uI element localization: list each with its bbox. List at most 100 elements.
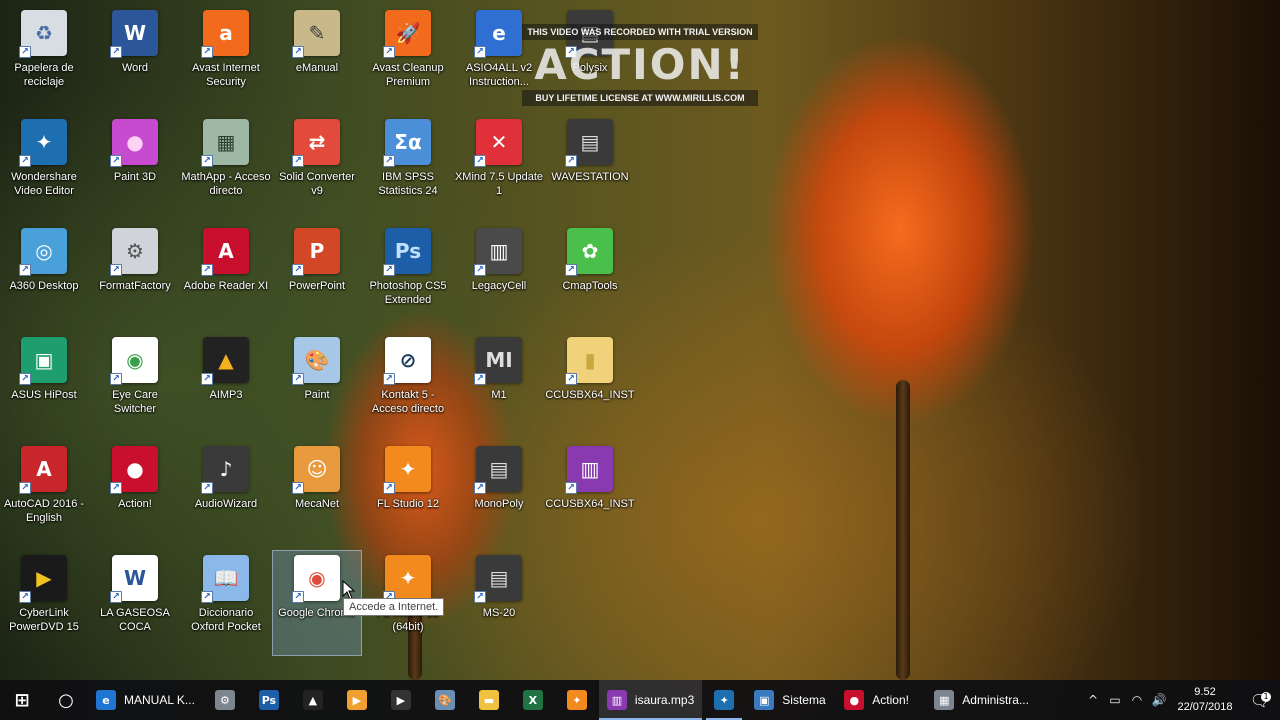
shortcut-arrow-icon: ↗	[19, 264, 31, 276]
mathapp-icon: ▦ ↗	[201, 119, 249, 167]
desktop-icon-wondershare-video-editor[interactable]: ✦ ↗ Wondershare Video Editor	[0, 115, 88, 219]
desktop-icon-powerpoint[interactable]: P ↗ PowerPoint	[273, 224, 361, 328]
desktop-icon-fl-studio-12[interactable]: ✦ ↗ FL Studio 12	[364, 442, 452, 546]
desktop-icon-diccionario-oxford[interactable]: 📖 ↗ Diccionario Oxford Pocket	[182, 551, 270, 655]
shortcut-arrow-icon: ↗	[110, 482, 122, 494]
desktop-icon-eye-care-switcher[interactable]: ◉ ↗ Eye Care Switcher	[91, 333, 179, 437]
desktop-icon-word[interactable]: W ↗ Word	[91, 6, 179, 110]
desktop-icon-label: LegacyCell	[471, 280, 527, 292]
desktop-icon-paint[interactable]: 🎨 ↗ Paint	[273, 333, 361, 437]
taskbar-winrar-label: isaura.mp3	[634, 693, 695, 707]
shortcut-arrow-icon: ↗	[19, 373, 31, 385]
desktop-icon-label: Adobe Reader XI	[183, 280, 269, 292]
taskbar-formatfactory-icon: ⚙	[214, 690, 235, 710]
taskbar-paint[interactable]: 🎨	[423, 680, 467, 720]
desktop-icon-label: MathApp - Acceso directo	[181, 171, 271, 197]
taskbar-excel-icon: X	[522, 690, 543, 710]
desktop-icon-mecanet[interactable]: ☺ ↗ MecaNet	[273, 442, 361, 546]
taskbar-action[interactable]: ● Action!	[836, 680, 926, 720]
desktop-icon-recycle-bin[interactable]: ♻ ↗ Papelera de reciclaje	[0, 6, 88, 110]
notification-count: 1	[1261, 691, 1271, 702]
desktop-icon-cmaptools[interactable]: ✿ ↗ CmapTools	[546, 224, 634, 328]
desktop-icon-ccusbx64-inst-archive[interactable]: ▥ ↗ CCUSBX64_INST	[545, 442, 635, 546]
desktop-icon-label: XMind 7.5 Update 1	[454, 171, 544, 197]
taskbar-administrador[interactable]: ▦ Administra...	[926, 680, 1037, 720]
ccusbx64-inst-archive-icon: ▥ ↗	[565, 446, 613, 494]
desktop-icon-a360-desktop[interactable]: ◎ ↗ A360 Desktop	[0, 224, 88, 328]
taskbar-edge[interactable]: e MANUAL K...	[88, 680, 203, 720]
ccusbx64-inst-folder-icon: ▮ ↗	[565, 337, 613, 385]
taskbar-action-label: Action!	[872, 693, 909, 707]
desktop-icon-emanual[interactable]: ✎ ↗ eManual	[273, 6, 361, 110]
battery-icon[interactable]: ▭	[1104, 693, 1126, 707]
desktop-icon-ibm-spss[interactable]: Σα ↗ IBM SPSS Statistics 24	[364, 115, 452, 219]
desktop-icon-ms-20[interactable]: ▤ ↗ MS-20	[455, 551, 543, 655]
taskbar-powerdvd[interactable]: ▶	[379, 680, 423, 720]
taskbar-administrador-label: Administra...	[962, 693, 1029, 707]
watermark-logo: ACTION!	[534, 40, 746, 89]
m1-icon: MI ↗	[474, 337, 522, 385]
desktop-icon-ccusbx64-inst-folder[interactable]: ▮ ↗ CCUSBX64_INST	[545, 333, 635, 437]
taskbar-media[interactable]: ▶	[335, 680, 379, 720]
desktop-icon-label: A360 Desktop	[9, 280, 79, 292]
desktop-icon-label: CCUSBX64_INST	[545, 389, 635, 401]
desktop-icon-avast-internet-security[interactable]: a ↗ Avast Internet Security	[182, 6, 270, 110]
desktop-icon-monopoly[interactable]: ▤ ↗ MonoPoly	[455, 442, 543, 546]
cortana-button[interactable]: ○	[44, 680, 88, 720]
taskbar-fl-studio[interactable]: ✦	[555, 680, 599, 720]
shortcut-arrow-icon: ↗	[201, 264, 213, 276]
taskbar-explorer[interactable]: ▬	[467, 680, 511, 720]
shortcut-arrow-icon: ↗	[474, 264, 486, 276]
shortcut-arrow-icon: ↗	[292, 46, 304, 58]
taskbar-edge-label: MANUAL K...	[124, 693, 195, 707]
asio4all-instructions-icon: e ↗	[474, 10, 522, 58]
shortcut-arrow-icon: ↗	[201, 46, 213, 58]
taskbar-winrar[interactable]: ▥ isaura.mp3	[598, 680, 703, 720]
network-icon[interactable]: ◠	[1126, 693, 1148, 707]
kontakt-5-icon: ⊘ ↗	[383, 337, 431, 385]
desktop-icon-aimp3[interactable]: ▲ ↗ AIMP3	[182, 333, 270, 437]
shortcut-arrow-icon: ↗	[565, 264, 577, 276]
adobe-reader-icon: A ↗	[201, 228, 249, 276]
taskbar-excel[interactable]: X	[511, 680, 555, 720]
shortcut-arrow-icon: ↗	[201, 155, 213, 167]
shortcut-arrow-icon: ↗	[19, 155, 31, 167]
desktop-icon-adobe-reader[interactable]: A ↗ Adobe Reader XI	[182, 224, 270, 328]
desktop-icon-paint-3d[interactable]: ● ↗ Paint 3D	[91, 115, 179, 219]
shortcut-arrow-icon: ↗	[565, 482, 577, 494]
photoshop-cs5-icon: Ps ↗	[383, 228, 431, 276]
desktop-icon-solid-converter[interactable]: ⇄ ↗ Solid Converter v9	[273, 115, 361, 219]
desktop-icon-avast-cleanup-premium[interactable]: 🚀 ↗ Avast Cleanup Premium	[364, 6, 452, 110]
watermark-bottom-text: BUY LIFETIME LICENSE AT WWW.MIRILLIS.COM	[522, 90, 758, 106]
desktop-icon-kontakt-5[interactable]: ⊘ ↗ Kontakt 5 - Acceso directo	[364, 333, 452, 437]
action-center-button[interactable]: 🗨 1	[1240, 691, 1280, 710]
taskbar-photoshop[interactable]: Ps	[247, 680, 291, 720]
formatfactory-icon: ⚙ ↗	[110, 228, 158, 276]
desktop-icon-action-app[interactable]: ● ↗ Action!	[91, 442, 179, 546]
start-button[interactable]: ⊞	[0, 680, 44, 720]
desktop-icon-autocad-2016[interactable]: A ↗ AutoCAD 2016 - English	[0, 442, 88, 546]
legacycell-icon: ▥ ↗	[474, 228, 522, 276]
desktop-icon-audiowizard[interactable]: ♪ ↗ AudioWizard	[182, 442, 270, 546]
desktop-icon-wavestation[interactable]: ▤ ↗ WAVESTATION	[546, 115, 634, 219]
desktop-icon-la-gaseosa-coca[interactable]: W ↗ LA GASEOSA COCA	[91, 551, 179, 655]
desktop-icon-label: MonoPoly	[474, 498, 524, 510]
desktop-icon-xmind[interactable]: ✕ ↗ XMind 7.5 Update 1	[455, 115, 543, 219]
desktop-icon-asus-hipost[interactable]: ▣ ↗ ASUS HiPost	[0, 333, 88, 437]
shortcut-arrow-icon: ↗	[19, 591, 31, 603]
desktop-icon-mathapp[interactable]: ▦ ↗ MathApp - Acceso directo	[181, 115, 271, 219]
volume-icon[interactable]: 🔊	[1148, 693, 1170, 707]
desktop-icon-legacycell[interactable]: ▥ ↗ LegacyCell	[455, 224, 543, 328]
desktop-icon-photoshop-cs5[interactable]: Ps ↗ Photoshop CS5 Extended	[364, 224, 452, 328]
desktop-icon-m1[interactable]: MI ↗ M1	[455, 333, 543, 437]
taskbar-sistema[interactable]: ▣ Sistema	[746, 680, 836, 720]
desktop-icon-label: WAVESTATION	[551, 171, 629, 183]
desktop-icon-formatfactory[interactable]: ⚙ ↗ FormatFactory	[91, 224, 179, 328]
desktop-icon-cyberlink-powerdvd[interactable]: ▶ ↗ CyberLink PowerDVD 15	[0, 551, 88, 655]
taskbar-formatfactory[interactable]: ⚙	[203, 680, 247, 720]
tray-chevron-icon[interactable]: ^	[1082, 693, 1104, 707]
clock[interactable]: 9.52 22/07/2018	[1170, 685, 1240, 715]
mecanet-icon: ☺ ↗	[292, 446, 340, 494]
taskbar-wondershare[interactable]: ✦	[702, 680, 746, 720]
taskbar-aimp[interactable]: ▲	[291, 680, 335, 720]
